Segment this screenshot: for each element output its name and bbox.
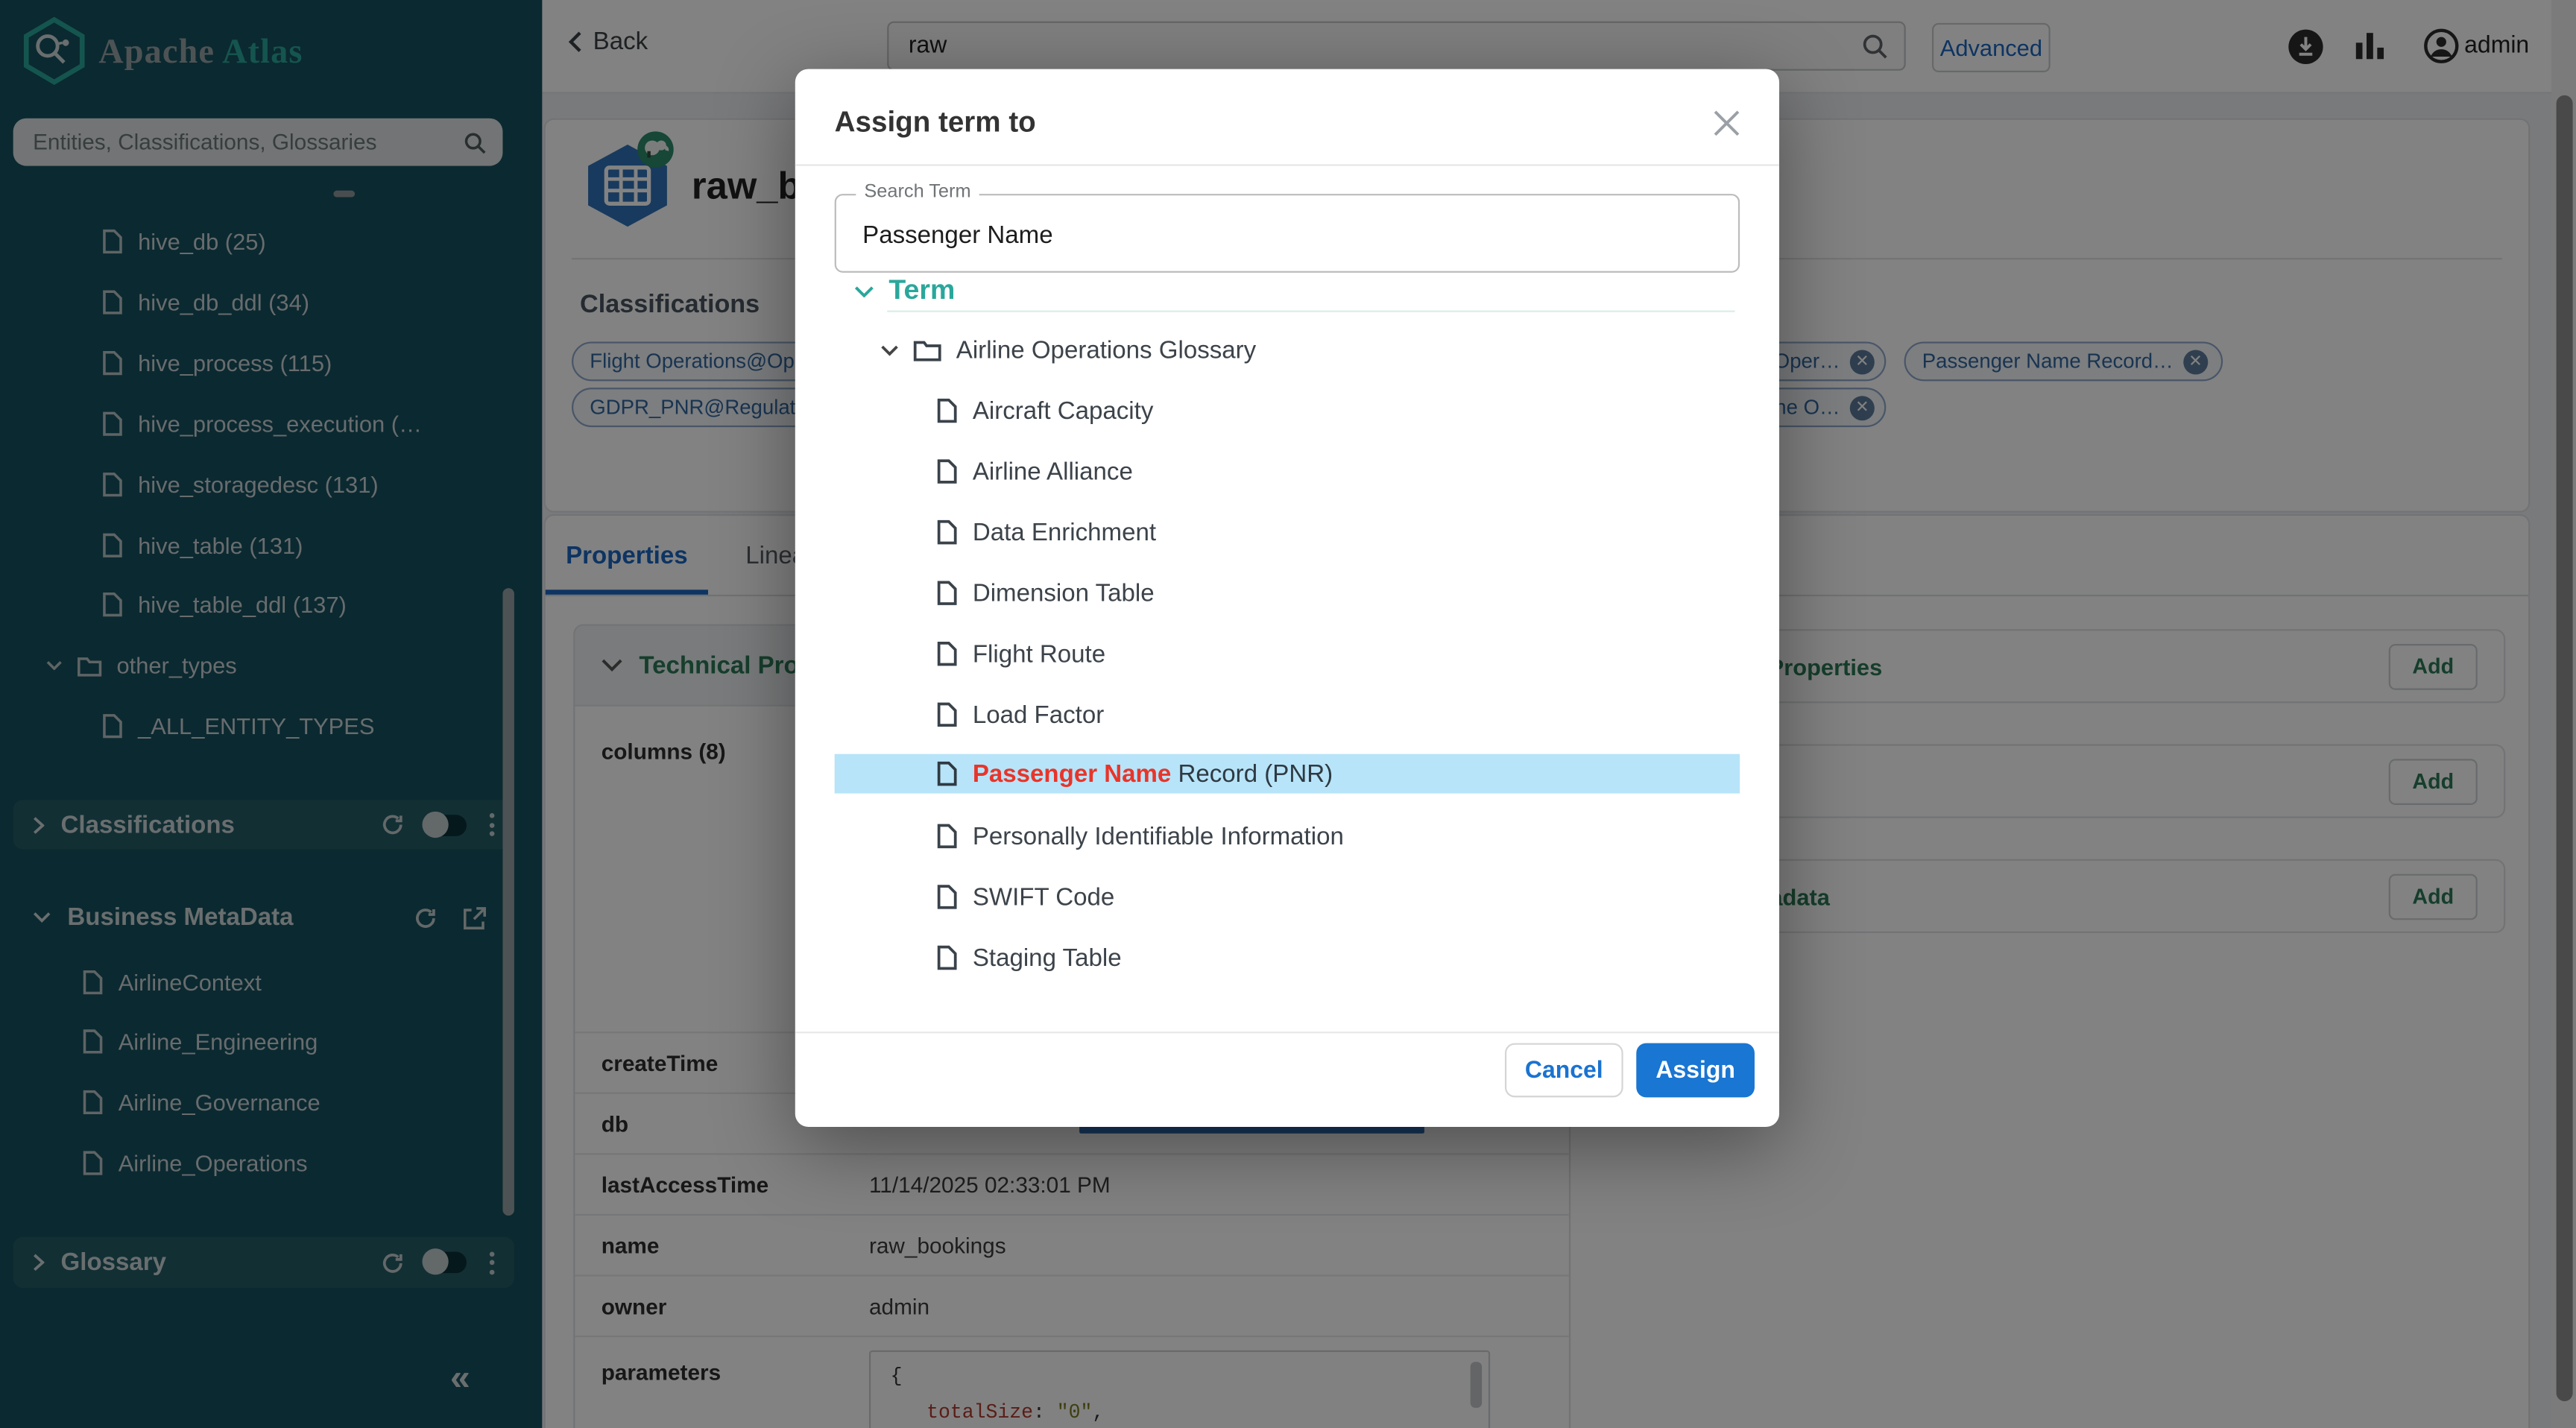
term-node-dimension-table[interactable]: Dimension Table	[936, 573, 1154, 613]
tree-node-label: Flight Route	[973, 639, 1105, 667]
file-icon	[936, 884, 958, 910]
chevron-down-icon	[880, 344, 898, 356]
dialog-title: Assign term to	[835, 105, 1036, 139]
term-node-aircraft-capacity[interactable]: Aircraft Capacity	[936, 391, 1153, 431]
file-icon	[936, 760, 958, 786]
divider	[887, 311, 1734, 312]
folder-icon	[913, 338, 941, 361]
term-node-swift-code[interactable]: SWIFT Code	[936, 877, 1114, 917]
term-node-pii[interactable]: Personally Identifiable Information	[936, 816, 1344, 856]
term-node-airline-alliance[interactable]: Airline Alliance	[936, 452, 1133, 491]
assign-term-dialog: Assign term to Search Term Term Airline …	[795, 69, 1779, 1127]
file-icon	[936, 944, 958, 970]
divider	[795, 1031, 1779, 1033]
divider	[795, 164, 1779, 165]
search-term-input[interactable]	[859, 195, 1704, 274]
term-node-staging-table[interactable]: Staging Table	[936, 938, 1121, 978]
tree-node-label: Airline Operations Glossary	[956, 336, 1256, 364]
search-term-field: Search Term	[835, 194, 1740, 273]
assign-button[interactable]: Assign	[1636, 1043, 1755, 1098]
glossary-node[interactable]: Airline Operations Glossary	[880, 330, 1256, 370]
file-icon	[936, 458, 958, 484]
tree-node-label: Staging Table	[973, 944, 1122, 971]
cancel-button[interactable]: Cancel	[1505, 1043, 1623, 1098]
term-root-node[interactable]: Term	[854, 271, 955, 311]
chevron-down-icon	[854, 285, 874, 296]
tree-node-label: Aircraft Capacity	[973, 397, 1154, 424]
tree-node-label: Load Factor	[973, 701, 1104, 728]
term-node-load-factor[interactable]: Load Factor	[936, 695, 1104, 734]
tree-node-label: Dimension Table	[973, 579, 1155, 607]
tree-node-label: Passenger Name Record (PNR)	[973, 759, 1333, 787]
term-node-passenger-name-record[interactable]: Passenger Name Record (PNR)	[936, 754, 1333, 794]
tree-node-label: Term	[888, 274, 955, 307]
tree-node-label: Personally Identifiable Information	[973, 822, 1344, 850]
file-icon	[936, 701, 958, 727]
file-icon	[936, 397, 958, 423]
file-icon	[936, 519, 958, 545]
term-node-flight-route[interactable]: Flight Route	[936, 634, 1105, 674]
file-icon	[936, 823, 958, 849]
tree-node-label: SWIFT Code	[973, 883, 1114, 911]
file-icon	[936, 641, 958, 667]
tree-node-label: Data Enrichment	[973, 518, 1156, 546]
tree-node-label: Airline Alliance	[973, 458, 1133, 485]
close-icon[interactable]	[1712, 108, 1742, 138]
app-window: Apache Atlas hive_db (25) hive_db_ddl (3…	[0, 0, 2576, 1428]
file-icon	[936, 580, 958, 606]
term-node-data-enrichment[interactable]: Data Enrichment	[936, 513, 1156, 552]
